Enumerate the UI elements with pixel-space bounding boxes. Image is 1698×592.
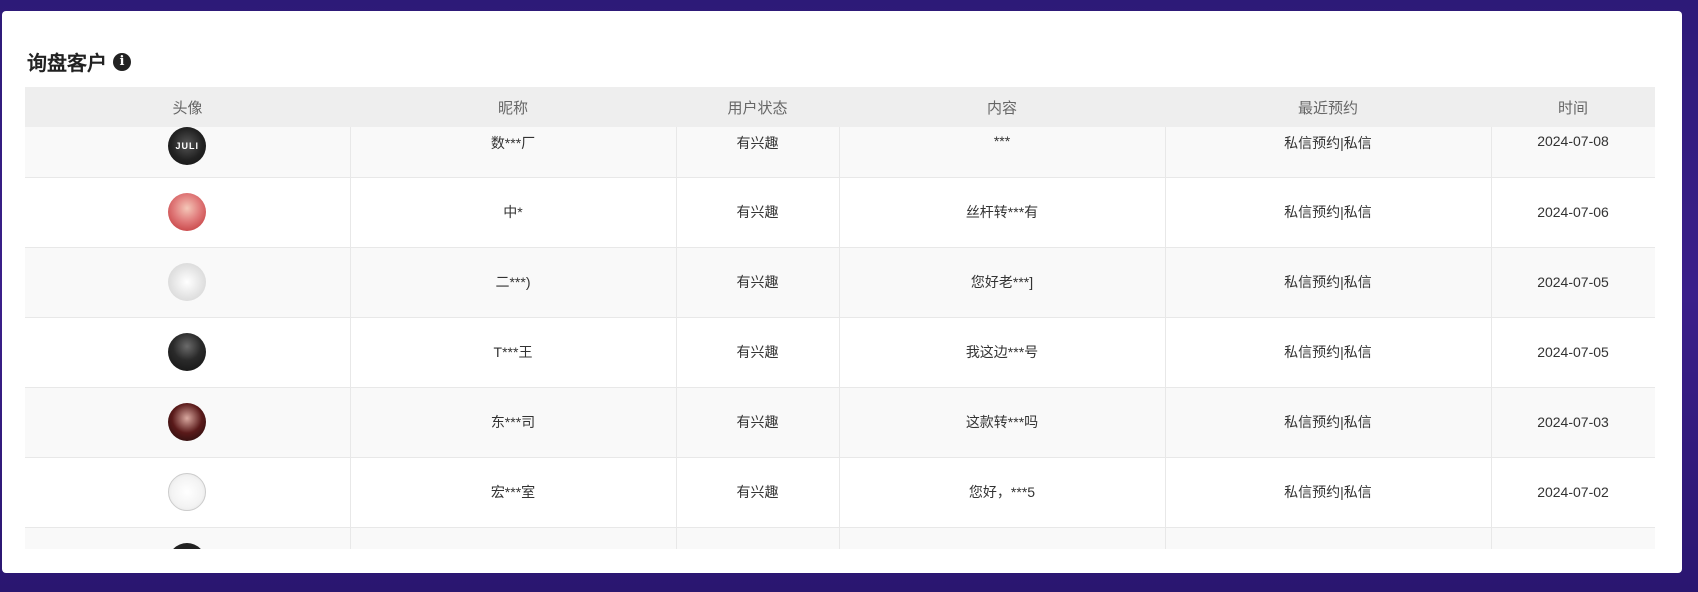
customer-table-container[interactable]: 头像 昵称 用户状态 内容 最近预约 时间 JULI 数***厂 有兴趣 ***… bbox=[25, 87, 1655, 549]
cell-status: 有兴趣 bbox=[676, 317, 840, 388]
cell-content: 我这边***号 bbox=[839, 317, 1166, 388]
column-header-nickname: 昵称 bbox=[350, 87, 676, 127]
cell-booking: 私信预约|私信 bbox=[1165, 317, 1492, 388]
cell-nickname: 数***厂 bbox=[350, 127, 677, 178]
cell-nickname: 二***) bbox=[350, 247, 677, 318]
cell-nickname: T***王 bbox=[350, 317, 677, 388]
column-header-avatar: 头像 bbox=[25, 87, 350, 127]
cell-time: 2024-07-05 bbox=[1491, 317, 1655, 388]
cell-time: 2024-07-06 bbox=[1491, 177, 1655, 248]
avatar[interactable] bbox=[168, 473, 207, 511]
avatar[interactable] bbox=[168, 403, 207, 441]
column-header-time: 时间 bbox=[1491, 87, 1655, 127]
panel-title-text: 询盘客户 bbox=[27, 53, 107, 75]
cell-content: 您好，***5 bbox=[839, 457, 1166, 528]
cell-booking: 私信预约|私信 bbox=[1165, 457, 1492, 528]
column-header-status: 用户状态 bbox=[676, 87, 839, 127]
cell-booking: 私信预约|私信 bbox=[1165, 177, 1492, 248]
table-row: 二***) 有兴趣 您好老***] 私信预约|私信 2024-07-05 bbox=[25, 247, 1655, 318]
column-header-content: 内容 bbox=[839, 87, 1165, 127]
panel-title: 询盘客户 i bbox=[27, 47, 131, 76]
cell-content: 这款转***吗 bbox=[839, 387, 1166, 458]
cell-time: 2024-07-02 bbox=[1491, 457, 1655, 528]
cell-nickname: 中* bbox=[350, 177, 677, 248]
cell-booking: 私信预约|私信 bbox=[1165, 127, 1492, 178]
table-row: 中* 有兴趣 丝杆转***有 私信预约|私信 2024-07-06 bbox=[25, 177, 1655, 248]
avatar[interactable] bbox=[168, 263, 207, 301]
cell-content: 丝杆转***有 bbox=[839, 177, 1166, 248]
cell-time: 2024-07-08 bbox=[1491, 127, 1655, 178]
table-row: JULI 数***厂 有兴趣 *** 私信预约|私信 2024-07-08 bbox=[25, 127, 1655, 178]
table-row: T***王 有兴趣 我这边***号 私信预约|私信 2024-07-05 bbox=[25, 317, 1655, 388]
table-row: 宏***室 有兴趣 您好，***5 私信预约|私信 2024-07-02 bbox=[25, 457, 1655, 528]
column-header-booking: 最近预约 bbox=[1165, 87, 1491, 127]
table-header-row: 头像 昵称 用户状态 内容 最近预约 时间 bbox=[25, 87, 1655, 127]
avatar[interactable] bbox=[168, 193, 207, 231]
cell-status: 有兴趣 bbox=[676, 387, 840, 458]
cell-time: 2024-07-05 bbox=[1491, 247, 1655, 318]
avatar[interactable]: JULI bbox=[168, 127, 207, 165]
table-row: 东***司 有兴趣 这款转***吗 私信预约|私信 2024-07-03 bbox=[25, 387, 1655, 458]
customer-table: 头像 昵称 用户状态 内容 最近预约 时间 JULI 数***厂 有兴趣 ***… bbox=[25, 87, 1655, 549]
cell-content: *** bbox=[839, 127, 1166, 178]
info-circle-icon[interactable]: i bbox=[113, 52, 131, 71]
avatar[interactable] bbox=[168, 333, 207, 371]
cell-status: 有兴趣 bbox=[676, 457, 840, 528]
cell-time: 2024-07-03 bbox=[1491, 387, 1655, 458]
cell-status: 有兴趣 bbox=[676, 177, 840, 248]
cell-content: 您好老***] bbox=[839, 247, 1166, 318]
cell-nickname: 宏***室 bbox=[350, 457, 677, 528]
table-row bbox=[25, 527, 1655, 549]
cell-booking: 私信预约|私信 bbox=[1165, 247, 1492, 318]
cell-status: 有兴趣 bbox=[676, 127, 840, 178]
cell-status: 有兴趣 bbox=[676, 247, 840, 318]
cell-nickname: 东***司 bbox=[350, 387, 677, 458]
avatar[interactable] bbox=[168, 543, 207, 549]
cell-booking: 私信预约|私信 bbox=[1165, 387, 1492, 458]
